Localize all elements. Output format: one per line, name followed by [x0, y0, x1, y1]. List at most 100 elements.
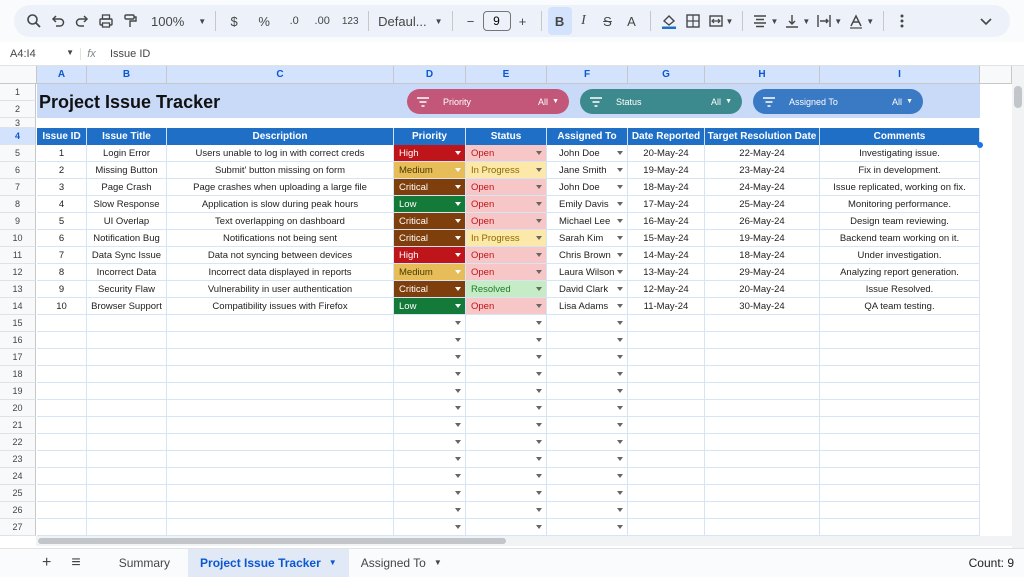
- formula-input[interactable]: Issue ID: [102, 48, 1024, 60]
- cell-date-reported[interactable]: 12-May-24: [628, 281, 705, 298]
- dropdown-arrow-icon[interactable]: [455, 355, 461, 359]
- empty-cell-issue-title[interactable]: [87, 383, 167, 400]
- dropdown-arrow-icon[interactable]: [455, 168, 461, 172]
- empty-cell-issue-id[interactable]: [37, 417, 87, 434]
- spreadsheet-grid[interactable]: Project Issue Tracker Priority All ▼ Sta…: [0, 66, 1024, 548]
- dropdown-arrow-icon[interactable]: [536, 389, 542, 393]
- scroll-thumb[interactable]: [38, 538, 506, 544]
- cell-target-resolution-date[interactable]: 18-May-24: [705, 247, 820, 264]
- dropdown-arrow-icon[interactable]: [455, 321, 461, 325]
- cell-date-reported[interactable]: 14-May-24: [628, 247, 705, 264]
- cell-status[interactable]: Open: [466, 264, 547, 281]
- tab-assigned-to[interactable]: Assigned To ▼: [349, 549, 454, 577]
- row-header-3[interactable]: 3: [0, 118, 36, 128]
- cell-description[interactable]: Data not syncing between devices: [167, 247, 394, 264]
- empty-cell-target-resolution-date[interactable]: [705, 349, 820, 366]
- empty-cell-issue-title[interactable]: [87, 417, 167, 434]
- header-target-resolution-date[interactable]: Target Resolution Date: [705, 128, 820, 145]
- text-rotation-button[interactable]: ▼: [845, 7, 877, 35]
- row-header-10[interactable]: 10: [0, 230, 36, 247]
- row-header-15[interactable]: 15: [0, 315, 36, 332]
- cell-comments[interactable]: Backend team working on it.: [820, 230, 980, 247]
- cell-description[interactable]: Users unable to log in with correct cred…: [167, 145, 394, 162]
- cell-date-reported[interactable]: 20-May-24: [628, 145, 705, 162]
- dropdown-arrow-icon[interactable]: [617, 304, 623, 308]
- empty-cell-status[interactable]: [466, 349, 547, 366]
- dropdown-arrow-icon[interactable]: [455, 236, 461, 240]
- cell-comments[interactable]: Fix in development.: [820, 162, 980, 179]
- dropdown-arrow-icon[interactable]: [617, 168, 623, 172]
- row-header-18[interactable]: 18: [0, 366, 36, 383]
- cell-status[interactable]: Resolved: [466, 281, 547, 298]
- dropdown-arrow-icon[interactable]: [455, 457, 461, 461]
- dropdown-arrow-icon[interactable]: [536, 185, 542, 189]
- empty-cell-issue-id[interactable]: [37, 383, 87, 400]
- empty-cell-assigned-to[interactable]: [547, 502, 628, 519]
- collapse-toolbar-button[interactable]: [974, 7, 998, 35]
- empty-cell-issue-title[interactable]: [87, 366, 167, 383]
- empty-cell-issue-id[interactable]: [37, 349, 87, 366]
- paint-format-button[interactable]: [118, 7, 142, 35]
- cell-priority[interactable]: Low: [394, 196, 466, 213]
- cell-target-resolution-date[interactable]: 23-May-24: [705, 162, 820, 179]
- dropdown-arrow-icon[interactable]: [455, 287, 461, 291]
- empty-cell-priority[interactable]: [394, 468, 466, 485]
- empty-cell-assigned-to[interactable]: [547, 366, 628, 383]
- cell-issue-id[interactable]: 5: [37, 213, 87, 230]
- empty-cell-comments[interactable]: [820, 383, 980, 400]
- header-comments[interactable]: Comments: [820, 128, 980, 145]
- row-header-8[interactable]: 8: [0, 196, 36, 213]
- cell-issue-title[interactable]: Slow Response: [87, 196, 167, 213]
- selection-handle[interactable]: [977, 142, 983, 148]
- empty-cell-target-resolution-date[interactable]: [705, 417, 820, 434]
- cell-comments[interactable]: Design team reviewing.: [820, 213, 980, 230]
- cell-description[interactable]: Text overlapping on dashboard: [167, 213, 394, 230]
- slicer-assigned-to[interactable]: Assigned To All ▼: [753, 89, 923, 114]
- dropdown-arrow-icon[interactable]: [536, 508, 542, 512]
- zoom-select[interactable]: 100% ▼: [148, 7, 209, 35]
- cell-date-reported[interactable]: 18-May-24: [628, 179, 705, 196]
- cell-target-resolution-date[interactable]: 19-May-24: [705, 230, 820, 247]
- empty-cell-status[interactable]: [466, 502, 547, 519]
- cell-target-resolution-date[interactable]: 25-May-24: [705, 196, 820, 213]
- cell-issue-title[interactable]: Data Sync Issue: [87, 247, 167, 264]
- dropdown-arrow-icon[interactable]: [536, 253, 542, 257]
- text-wrapping-button[interactable]: ▼: [813, 7, 845, 35]
- cell-target-resolution-date[interactable]: 30-May-24: [705, 298, 820, 315]
- cell-comments[interactable]: Monitoring performance.: [820, 196, 980, 213]
- row-header-11[interactable]: 11: [0, 247, 36, 264]
- empty-cell-assigned-to[interactable]: [547, 519, 628, 536]
- empty-cell-issue-id[interactable]: [37, 519, 87, 536]
- dropdown-arrow-icon[interactable]: [536, 168, 542, 172]
- decrease-font-size-button[interactable]: −: [459, 7, 483, 35]
- search-menus-button[interactable]: [22, 7, 46, 35]
- dropdown-arrow-icon[interactable]: [617, 151, 623, 155]
- cell-status[interactable]: Open: [466, 298, 547, 315]
- column-header-empty[interactable]: [980, 66, 1012, 84]
- horizontal-scrollbar[interactable]: [36, 536, 1012, 546]
- empty-cell-comments[interactable]: [820, 332, 980, 349]
- font-size-input[interactable]: 9: [482, 11, 511, 31]
- more-options-button[interactable]: [890, 7, 914, 35]
- empty-cell-target-resolution-date[interactable]: [705, 366, 820, 383]
- cell-status[interactable]: Open: [466, 196, 547, 213]
- empty-cell-comments[interactable]: [820, 417, 980, 434]
- empty-cell-description[interactable]: [167, 400, 394, 417]
- add-sheet-button[interactable]: +: [0, 549, 59, 577]
- cell-description[interactable]: Notifications not being sent: [167, 230, 394, 247]
- dropdown-arrow-icon[interactable]: [617, 321, 623, 325]
- empty-cell-issue-title[interactable]: [87, 468, 167, 485]
- cell-description[interactable]: Application is slow during peak hours: [167, 196, 394, 213]
- cell-issue-id[interactable]: 2: [37, 162, 87, 179]
- empty-cell-comments[interactable]: [820, 434, 980, 451]
- empty-cell-description[interactable]: [167, 502, 394, 519]
- cell-status[interactable]: In Progress: [466, 230, 547, 247]
- currency-format-button[interactable]: $: [222, 7, 246, 35]
- row-header-25[interactable]: 25: [0, 485, 36, 502]
- empty-cell-assigned-to[interactable]: [547, 434, 628, 451]
- empty-cell-issue-title[interactable]: [87, 502, 167, 519]
- empty-cell-priority[interactable]: [394, 332, 466, 349]
- cell-date-reported[interactable]: 11-May-24: [628, 298, 705, 315]
- empty-cell-date-reported[interactable]: [628, 434, 705, 451]
- empty-cell-assigned-to[interactable]: [547, 468, 628, 485]
